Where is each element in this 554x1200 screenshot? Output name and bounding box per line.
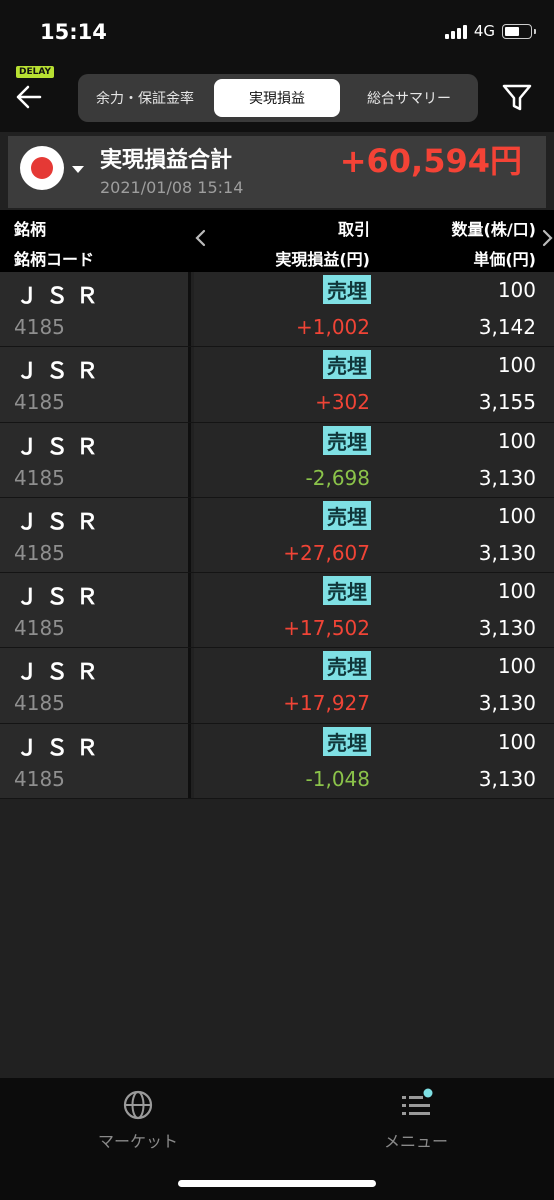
dropdown-caret-icon[interactable] <box>72 166 84 173</box>
trade-badge: 売埋 <box>323 500 371 530</box>
tab-margin[interactable]: 余力・保証金率 <box>78 79 212 117</box>
status-bar: 15:14 4G <box>0 0 554 60</box>
trade-badge: 売埋 <box>323 275 371 304</box>
stock-name: ＪＳＲ <box>16 434 107 460</box>
stock-code: 4185 <box>14 691 65 716</box>
back-arrow-icon <box>16 85 42 109</box>
quantity: 100 <box>497 278 536 302</box>
back-button[interactable] <box>14 82 44 112</box>
stock-name: ＪＳＲ <box>16 359 107 385</box>
summary-total: +60,594円 <box>339 142 522 180</box>
realized-pnl: +17,502 <box>283 616 370 641</box>
trade-badge: 売埋 <box>323 576 371 606</box>
stock-name: ＪＳＲ <box>16 735 107 761</box>
trade-badge: 売埋 <box>323 726 371 756</box>
quantity: 100 <box>497 428 536 453</box>
column-header: 銘柄 銘柄コード 取引 実現損益(円) 数量(株/口) 単価(円) <box>0 210 554 272</box>
realized-pnl: -2,698 <box>305 465 370 490</box>
tab-bar: 余力・保証金率 実現損益 総合サマリー <box>78 74 478 122</box>
stock-code: 4185 <box>14 465 65 490</box>
tab-realized-pnl[interactable]: 実現損益 <box>214 79 340 117</box>
status-indicators: 4G <box>444 22 536 40</box>
chevron-right-icon[interactable] <box>540 228 554 248</box>
network-type: 4G <box>473 22 495 40</box>
filter-icon <box>502 84 532 111</box>
globe-icon <box>123 1090 153 1120</box>
stock-code: 4185 <box>14 540 65 565</box>
unit-price: 3,130 <box>478 691 536 716</box>
stock-name: ＪＳＲ <box>16 660 107 686</box>
realized-pnl: -1,048 <box>305 766 370 791</box>
table-row[interactable]: ＪＳＲ 4185 売埋 +17,927 100 3,130 <box>0 648 554 724</box>
realized-pnl: +1,002 <box>295 315 370 339</box>
quantity: 100 <box>497 729 536 754</box>
nav-menu[interactable]: メニュー <box>346 1088 486 1152</box>
trade-badge: 売埋 <box>323 350 371 380</box>
unit-price: 3,130 <box>478 616 536 641</box>
table-row[interactable]: ＪＳＲ 4185 売埋 +27,607 100 3,130 <box>0 497 554 574</box>
nav-market-label: マーケット <box>97 1132 178 1151</box>
unit-price: 3,130 <box>478 540 536 565</box>
signal-icon <box>444 23 467 39</box>
stock-code: 4185 <box>14 766 65 791</box>
summary-title: 実現損益合計 <box>100 148 233 173</box>
stock-code: 4185 <box>14 616 65 641</box>
table-row[interactable]: ＪＳＲ 4185 売埋 +302 100 3,155 <box>0 347 554 423</box>
realized-pnl: +27,607 <box>283 540 370 565</box>
stock-name: ＪＳＲ <box>16 509 107 535</box>
unit-price: 3,142 <box>478 315 536 339</box>
col-unit-price: 単価(円) <box>473 250 536 269</box>
japan-flag-icon[interactable] <box>20 146 64 190</box>
table-row[interactable]: ＪＳＲ 4185 売埋 -1,048 100 3,130 <box>0 723 554 800</box>
home-indicator <box>178 1180 376 1187</box>
filter-button[interactable] <box>500 80 534 114</box>
stock-name: ＪＳＲ <box>16 585 107 611</box>
realized-pnl: +302 <box>315 390 370 415</box>
trade-badge: 売埋 <box>323 651 371 681</box>
nav-menu-label: メニュー <box>383 1132 448 1151</box>
status-time: 15:14 <box>40 20 107 44</box>
unit-price: 3,130 <box>478 766 536 791</box>
pnl-summary: 実現損益合計 2021/01/08 15:14 +60,594円 <box>8 136 546 208</box>
trade-list: ＪＳＲ 4185 売埋 +1,002 100 3,142 ＪＳＲ 4185 売埋… <box>0 272 554 800</box>
col-stock: 銘柄 <box>14 220 47 239</box>
col-quantity: 数量(株/口) <box>451 220 536 239</box>
battery-icon <box>502 23 536 39</box>
col-trade: 取引 <box>337 220 370 239</box>
stock-code: 4185 <box>14 315 65 339</box>
table-row[interactable]: ＪＳＲ 4185 売埋 +1,002 100 3,142 <box>0 272 554 348</box>
tab-summary[interactable]: 総合サマリー <box>344 79 474 117</box>
table-row[interactable]: ＪＳＲ 4185 売埋 +17,502 100 3,130 <box>0 573 554 649</box>
quantity: 100 <box>497 503 536 528</box>
chevron-left-icon[interactable] <box>194 228 208 248</box>
quantity: 100 <box>497 654 536 679</box>
nav-market[interactable]: マーケット <box>68 1088 208 1152</box>
quantity: 100 <box>497 353 536 378</box>
summary-date: 2021/01/08 15:14 <box>100 178 244 197</box>
unit-price: 3,130 <box>478 465 536 490</box>
delay-badge: DELAY <box>16 66 54 78</box>
quantity: 100 <box>497 579 536 604</box>
menu-list-icon <box>402 1088 433 1115</box>
realized-pnl: +17,927 <box>283 691 370 716</box>
unit-price: 3,155 <box>478 390 536 415</box>
stock-name: ＪＳＲ <box>16 284 107 309</box>
table-row[interactable]: ＪＳＲ 4185 売埋 -2,698 100 3,130 <box>0 422 554 498</box>
col-realized-pnl: 実現損益(円) <box>275 250 370 269</box>
col-stock-code: 銘柄コード <box>14 250 95 269</box>
header: DELAY 余力・保証金率 実現損益 総合サマリー <box>0 60 554 132</box>
stock-code: 4185 <box>14 390 65 415</box>
trade-badge: 売埋 <box>323 425 371 455</box>
